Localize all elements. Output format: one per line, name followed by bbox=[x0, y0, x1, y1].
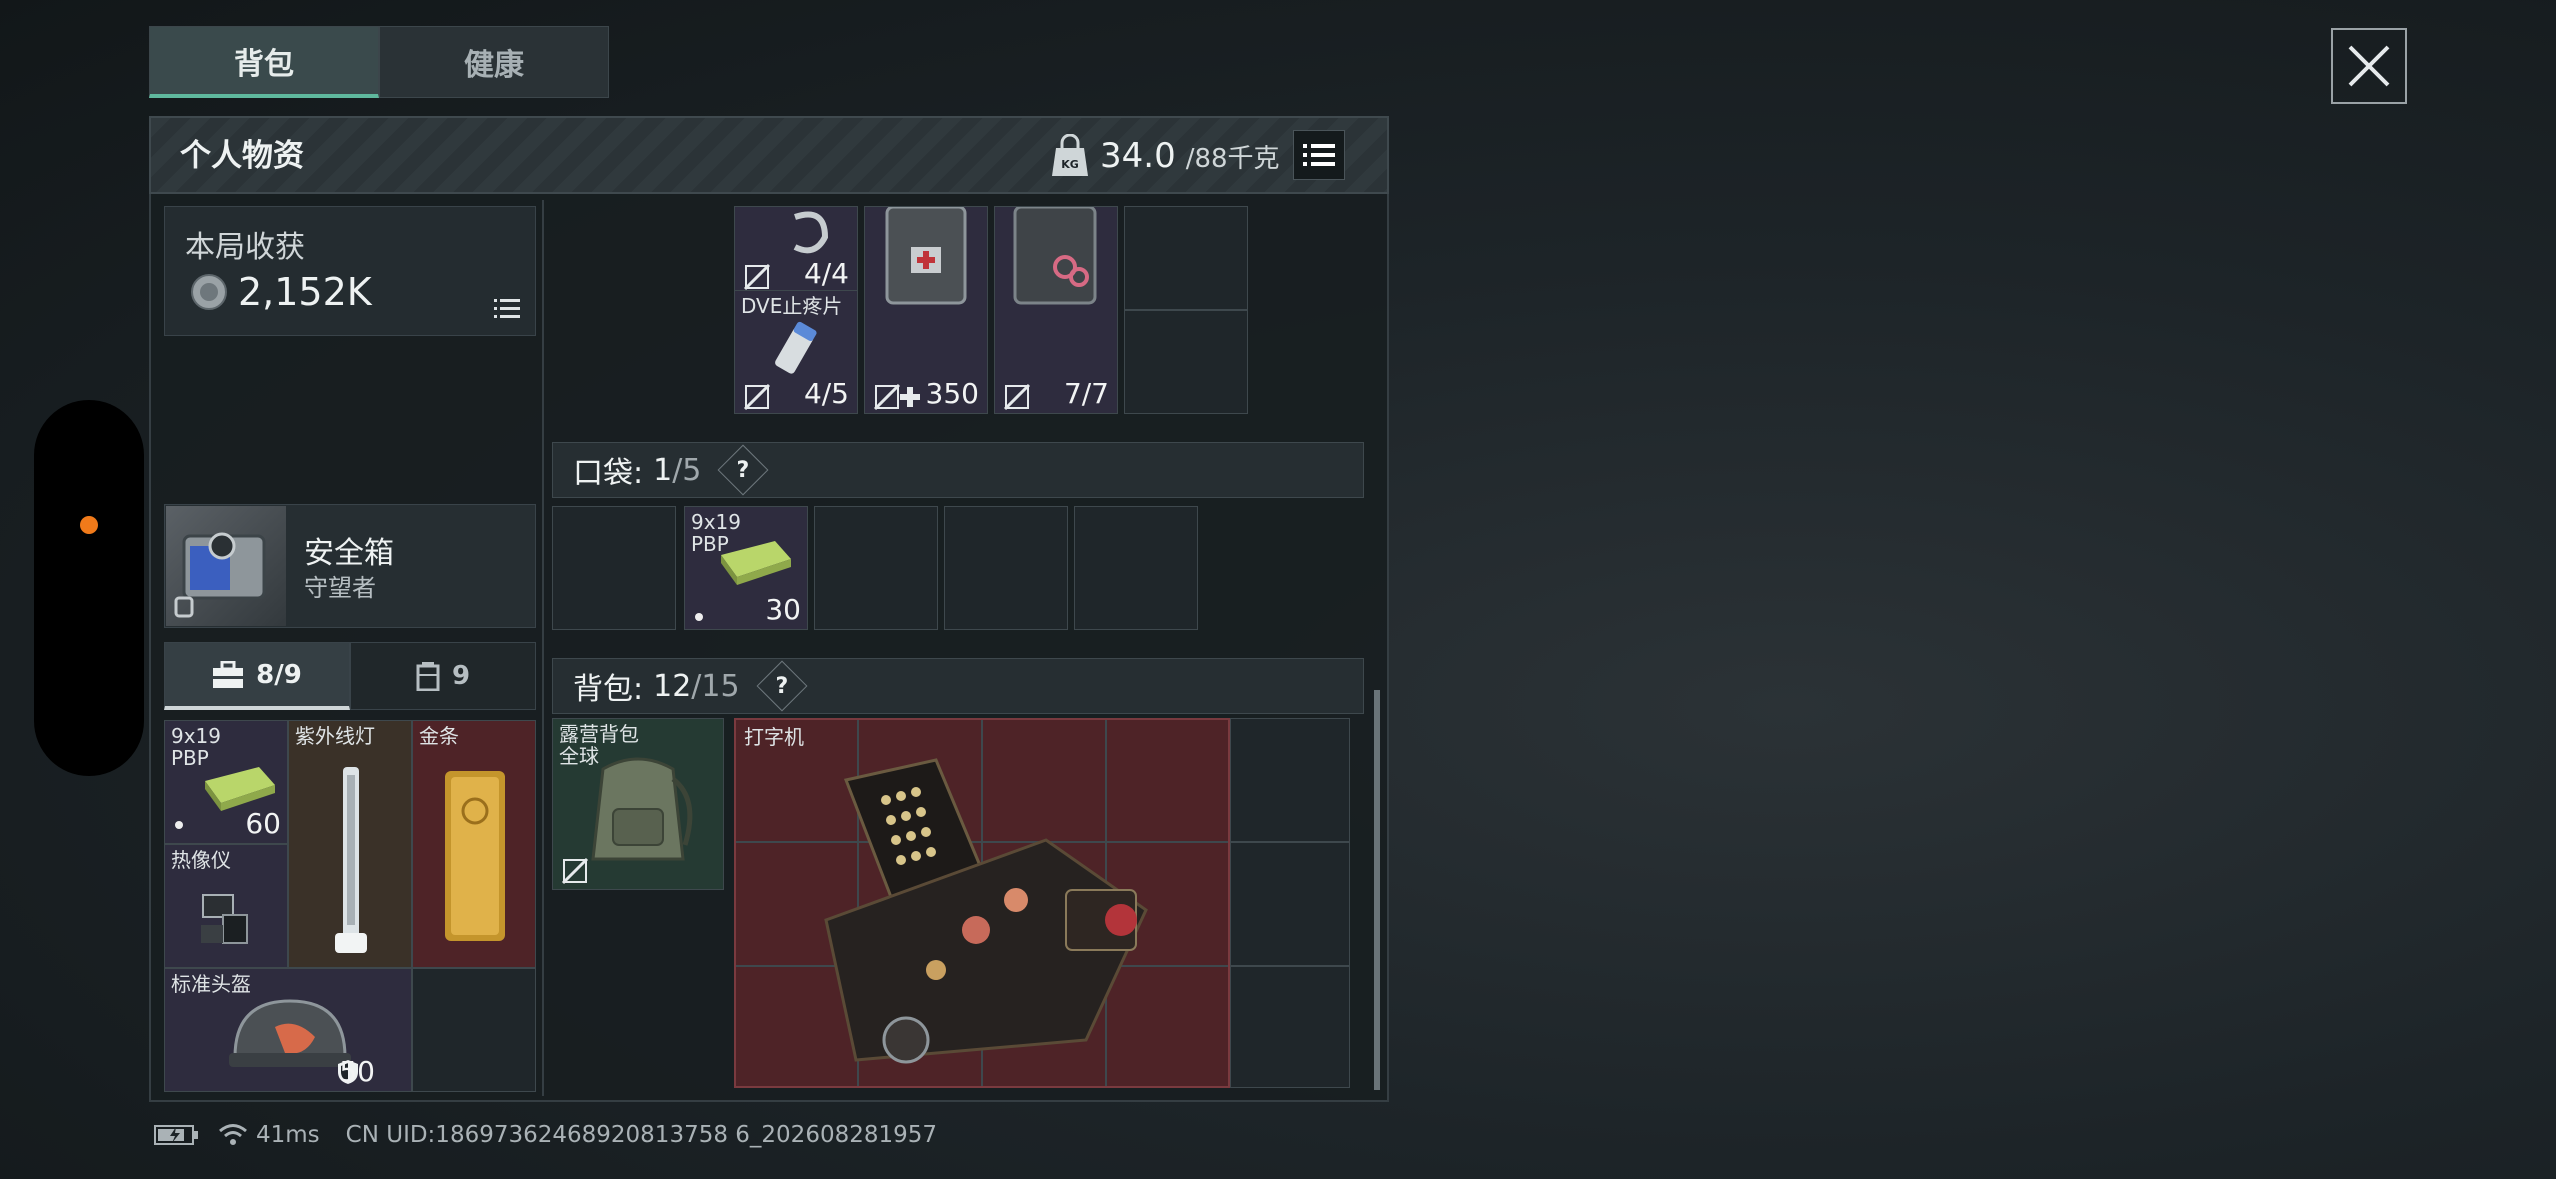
typewriter-item[interactable]: 打字机 bbox=[734, 718, 1230, 1088]
close-button[interactable] bbox=[2331, 28, 2407, 104]
case-slot-uv-lamp[interactable]: 紫外线灯 bbox=[288, 720, 412, 968]
item-slot-medkit[interactable]: 350 bbox=[864, 206, 988, 414]
pocket-header: 口袋: 1/5 ? bbox=[552, 442, 1364, 498]
pocket-slot-ammo[interactable]: 9x19 PBP 30 bbox=[684, 506, 808, 630]
item-qty: 30 bbox=[765, 593, 801, 626]
no-repair-icon bbox=[1003, 383, 1031, 411]
tab-sack[interactable]: 9 bbox=[350, 642, 536, 710]
no-repair-heal-icon bbox=[873, 383, 920, 411]
scrollbar[interactable] bbox=[1374, 690, 1380, 1090]
item-qty: 50 bbox=[339, 1055, 375, 1088]
harvest-value: 2,152K bbox=[190, 270, 372, 314]
thermal-imager-icon bbox=[201, 894, 248, 944]
safebox-subtitle: 守望者 bbox=[304, 574, 376, 602]
harvest-amount: 2,152K bbox=[238, 270, 372, 314]
backpack-count: 12 bbox=[653, 668, 692, 704]
harvest-label: 本局收获 bbox=[185, 230, 305, 265]
case-slot-helmet[interactable]: 标准头盔 50 bbox=[164, 968, 412, 1092]
battery-icon bbox=[154, 1125, 198, 1145]
safebox-name: 安全箱 bbox=[304, 536, 394, 571]
case-slot-thermal-imager[interactable]: 热像仪 bbox=[164, 844, 288, 968]
item-slot-dve-painkiller[interactable]: DVE止疼片 4/5 bbox=[734, 290, 858, 414]
item-label: 紫外线灯 bbox=[295, 724, 375, 748]
pocket-count: 1 bbox=[653, 452, 673, 488]
briefcase-icon bbox=[213, 660, 244, 688]
uid-text: CN UID:18697362468920813758 6_2026082819… bbox=[345, 1122, 938, 1148]
weight-icon: KG bbox=[1052, 134, 1088, 176]
ammo-box-icon bbox=[205, 767, 275, 811]
backpack-grid-cell[interactable] bbox=[1230, 966, 1350, 1088]
list-icon bbox=[1303, 144, 1335, 166]
case-slot-gold-bar[interactable]: 金条 bbox=[412, 720, 536, 968]
backpack-total: /15 bbox=[691, 668, 740, 704]
tab-case[interactable]: 8/9 bbox=[164, 642, 350, 710]
tab-backpack[interactable]: 背包 bbox=[149, 26, 379, 98]
uv-lamp-icon bbox=[335, 767, 367, 953]
no-repair-icon bbox=[561, 857, 589, 885]
help-icon: ? bbox=[775, 673, 788, 699]
no-repair-icon bbox=[743, 383, 771, 411]
empty-slot[interactable] bbox=[1124, 310, 1248, 414]
item-label: 金条 bbox=[419, 724, 459, 748]
ping-value: 41ms bbox=[256, 1122, 320, 1148]
tab-health[interactable]: 健康 bbox=[379, 26, 609, 98]
pocket-slot-empty[interactable] bbox=[944, 506, 1068, 630]
side-handle[interactable] bbox=[34, 400, 144, 776]
backpack-label: 背包: bbox=[573, 672, 644, 707]
column-divider bbox=[542, 200, 544, 1096]
ammo-box-icon bbox=[721, 541, 791, 585]
case-slot-ammo[interactable]: 9x19 PBP 60 bbox=[164, 720, 288, 844]
help-icon: ? bbox=[737, 457, 750, 483]
ammo-dot bbox=[695, 613, 703, 621]
weight-indicator: KG 34.0/88千克 bbox=[1050, 134, 1280, 178]
backpack-header: 背包: 12/15 ? bbox=[552, 658, 1364, 714]
weight-max: /88千克 bbox=[1185, 143, 1280, 174]
status-bar: 41ms CN UID:18697362468920813758 6_20260… bbox=[154, 1122, 937, 1148]
pocket-help-button[interactable]: ? bbox=[717, 444, 769, 496]
item-label: 热像仪 bbox=[171, 848, 231, 872]
ammo-dot bbox=[175, 821, 183, 829]
medkit-icon bbox=[885, 207, 967, 305]
pocket-label: 口袋: bbox=[573, 456, 644, 491]
backpack-help-button[interactable]: ? bbox=[756, 660, 808, 712]
svg-text:KG: KG bbox=[1061, 158, 1079, 171]
item-slot-surgery-kit[interactable]: 7/7 bbox=[994, 206, 1118, 414]
case-slot-empty[interactable] bbox=[412, 968, 536, 1092]
backpack-icon bbox=[591, 757, 693, 861]
pocket-total: /5 bbox=[672, 452, 702, 488]
notification-dot bbox=[80, 516, 98, 534]
pocket-slot-empty[interactable] bbox=[1074, 506, 1198, 630]
safebox-image bbox=[166, 506, 286, 626]
weight-current: 34.0 bbox=[1100, 136, 1176, 176]
pocket-slot-empty[interactable] bbox=[552, 506, 676, 630]
gold-bar-icon bbox=[445, 771, 505, 941]
harvest-details-button[interactable] bbox=[494, 298, 520, 324]
empty-slot[interactable] bbox=[1124, 206, 1248, 310]
item-qty: 60 bbox=[245, 807, 281, 840]
typewriter-icon bbox=[824, 758, 1148, 1064]
pocket-slot-empty[interactable] bbox=[814, 506, 938, 630]
backpack-grid-cell[interactable] bbox=[1230, 718, 1350, 842]
item-qty: 350 bbox=[925, 377, 979, 410]
list-icon bbox=[494, 299, 520, 318]
case-count: 8/9 bbox=[256, 659, 302, 690]
no-repair-icon bbox=[743, 263, 771, 291]
sack-count: 9 bbox=[451, 661, 471, 691]
safe-icon bbox=[174, 532, 266, 618]
item-qty: 7/7 bbox=[1063, 377, 1109, 410]
item-qty: 4/5 bbox=[803, 377, 849, 410]
panel-title: 个人物资 bbox=[180, 138, 304, 174]
item-qty: 4/4 bbox=[803, 257, 849, 290]
canister-icon bbox=[416, 662, 440, 691]
close-icon bbox=[2348, 45, 2390, 87]
surgery-kit-icon bbox=[1013, 207, 1097, 305]
pill-bottle-icon bbox=[775, 321, 817, 374]
backpack-grid-cell[interactable] bbox=[1230, 842, 1350, 966]
coin-icon bbox=[191, 274, 227, 310]
sort-list-button[interactable] bbox=[1293, 130, 1345, 180]
item-label: DVE止疼片 bbox=[741, 294, 843, 318]
backpack-equipped-slot[interactable]: 露营背包 全球 bbox=[552, 718, 724, 890]
wifi-icon bbox=[219, 1124, 247, 1145]
